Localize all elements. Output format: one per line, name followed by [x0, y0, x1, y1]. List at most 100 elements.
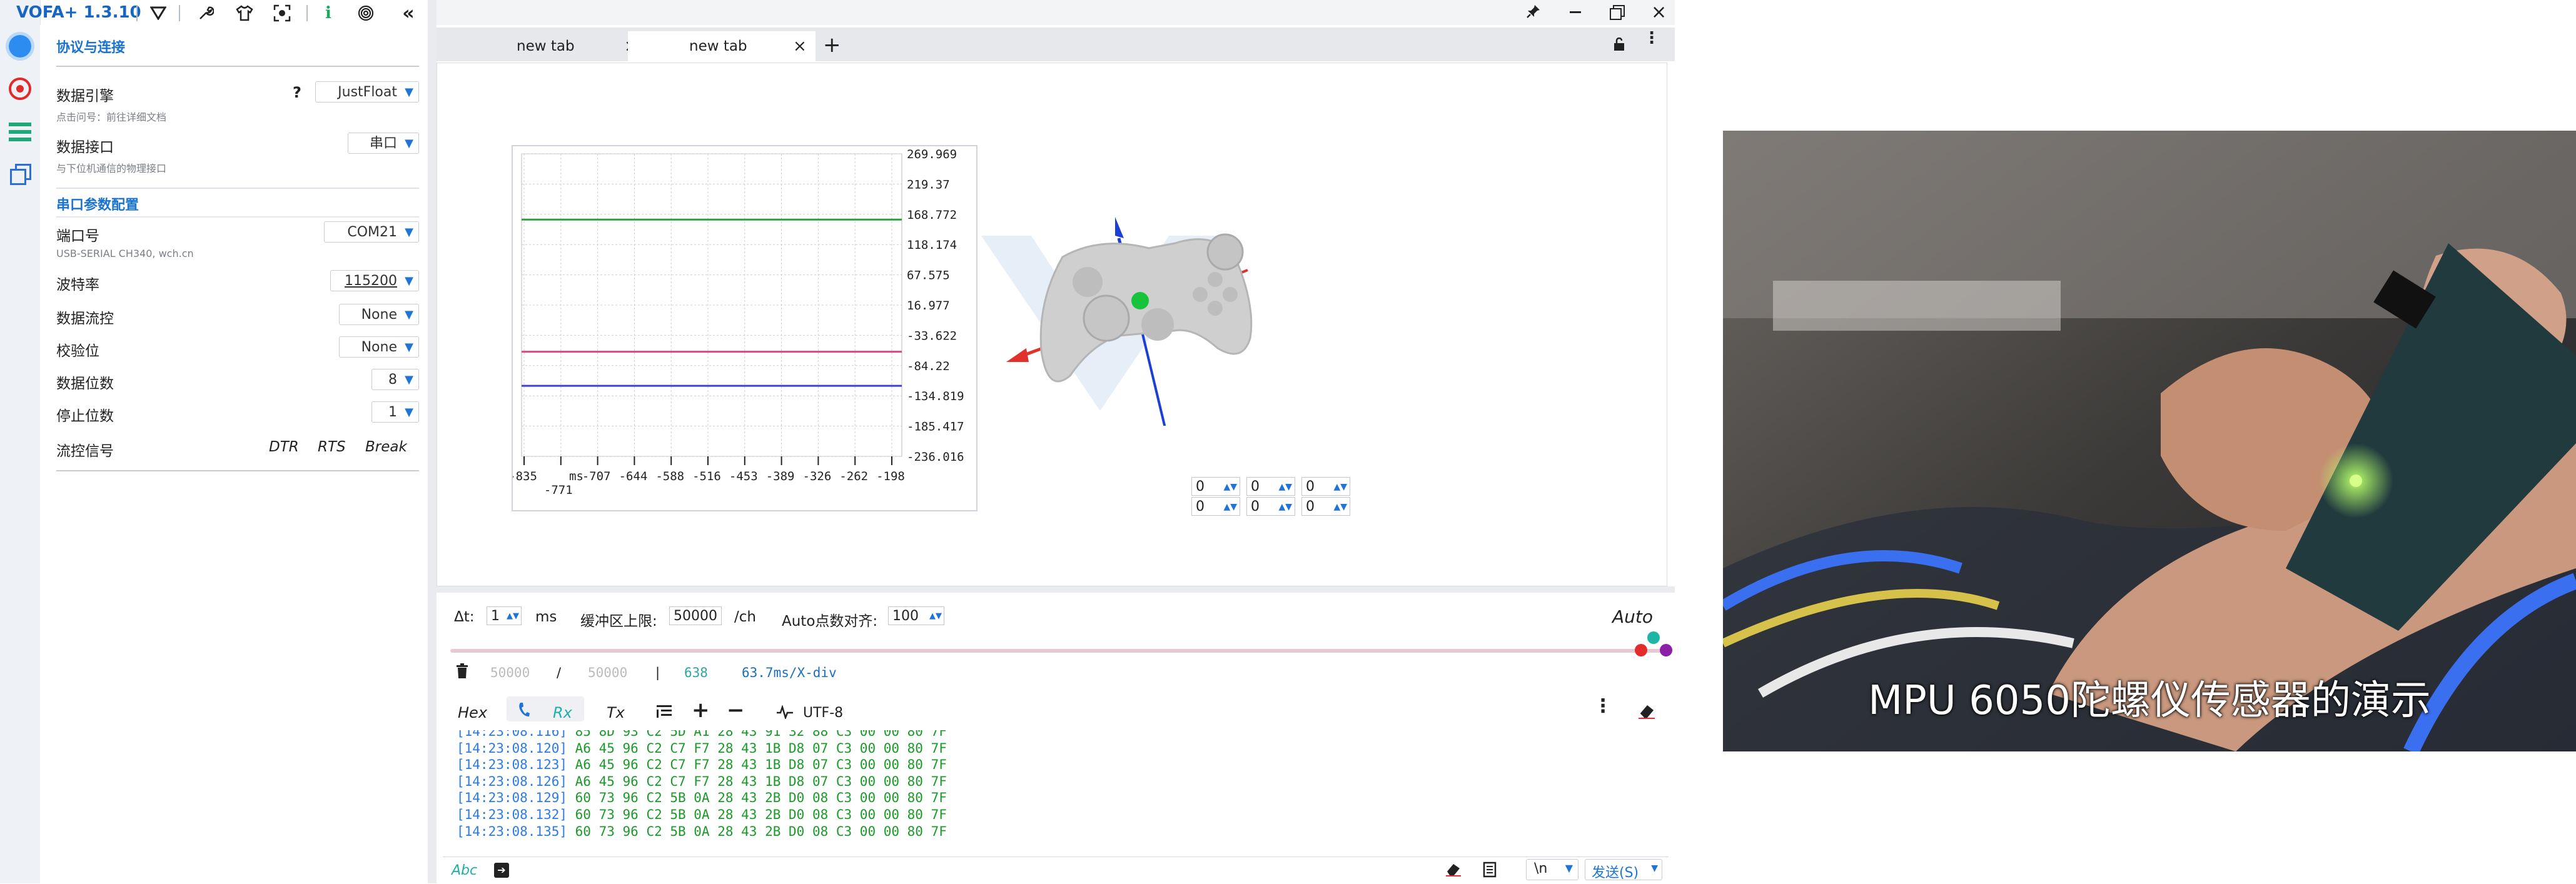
- minimize-icon[interactable]: [1570, 11, 1581, 13]
- text-format-icon[interactable]: [655, 703, 673, 723]
- splitter-bar[interactable]: [437, 586, 1675, 593]
- dt-input[interactable]: 1 ▲▼: [487, 606, 522, 625]
- section-divider: [56, 66, 419, 67]
- waveform-icon[interactable]: [775, 704, 794, 721]
- input-mode-icon[interactable]: ➔: [494, 863, 509, 878]
- rx-toggle[interactable]: Rx: [553, 704, 572, 721]
- dt-label: Δt:: [454, 609, 475, 625]
- pin-icon[interactable]: [1526, 4, 1541, 23]
- spinner-input[interactable]: 0 ▲▼: [1191, 497, 1240, 516]
- encoding-label[interactable]: UTF-8: [803, 705, 843, 721]
- history-slider-track[interactable]: [450, 649, 1670, 653]
- databits-label: 数据位数: [56, 376, 114, 392]
- x-tick-label: -835: [513, 470, 537, 483]
- restore-icon[interactable]: [1610, 5, 1625, 20]
- slider-handle-right[interactable]: [1660, 644, 1672, 656]
- lock-icon[interactable]: [1612, 37, 1626, 54]
- interface-dropdown[interactable]: 串口 ▼: [348, 133, 419, 154]
- buffer-input[interactable]: 50000: [669, 606, 722, 625]
- demo-video: MPU 6050陀螺仪传感器的演示: [1723, 131, 2576, 751]
- stat-count-1: 50000: [490, 665, 530, 680]
- video-frame: [1723, 131, 2576, 751]
- shirt-icon[interactable]: [234, 3, 255, 24]
- send-button[interactable]: 发送(S) ▼: [1585, 859, 1662, 881]
- zoom-out-icon[interactable]: −: [727, 698, 745, 723]
- port-label: 端口号: [56, 228, 99, 244]
- send-input[interactable]: [522, 860, 1428, 881]
- fingerprint-icon[interactable]: [355, 3, 376, 24]
- spinner-input[interactable]: 0 ▲▼: [1301, 497, 1350, 516]
- help-icon[interactable]: ?: [293, 84, 301, 101]
- record-icon[interactable]: [9, 78, 31, 100]
- spinner-input[interactable]: 0 ▲▼: [1246, 477, 1295, 496]
- waveform-chart[interactable]: 269.969 219.37 168.772 118.174 67.575 16.977 -…: [508, 145, 977, 511]
- hex-toggle[interactable]: Hex: [458, 704, 487, 721]
- chevron-down-icon: ▼: [405, 308, 413, 321]
- clear-send-icon[interactable]: [1445, 861, 1462, 879]
- close-tab-icon[interactable]: ×: [793, 31, 807, 61]
- more-options-icon[interactable]: ⋮: [1594, 695, 1612, 717]
- collapse-panel-icon[interactable]: «: [398, 3, 419, 24]
- eraser-icon[interactable]: [1637, 703, 1656, 721]
- x-tick-label: -588: [655, 470, 684, 483]
- engine-value: JustFloat: [338, 84, 397, 100]
- send-history-icon[interactable]: [1482, 861, 1498, 880]
- spinner-input[interactable]: 0 ▲▼: [1301, 477, 1350, 496]
- dtr-toggle[interactable]: DTR: [269, 439, 299, 455]
- tab-menu-icon[interactable]: ⋮: [1644, 30, 1660, 46]
- stat-sep: /: [557, 665, 562, 680]
- baud-dropdown[interactable]: 115200 ▼: [330, 270, 419, 291]
- wrench-icon[interactable]: [195, 3, 216, 24]
- receive-log[interactable]: [14:23:08.116] 85 8D 93 C2 5D A1 28 43 9…: [449, 730, 1669, 846]
- log-timestamp: [14:23:08.135]: [457, 823, 575, 839]
- tx-toggle[interactable]: Tx: [607, 704, 625, 721]
- databits-dropdown[interactable]: 8 ▼: [371, 369, 419, 390]
- windows-icon[interactable]: [10, 164, 31, 185]
- phone-icon[interactable]: [518, 701, 530, 721]
- chevron-down-icon: ▼: [405, 406, 413, 419]
- log-timestamp: [14:23:08.126]: [457, 773, 575, 789]
- chart-svg: 269.969 219.37 168.772 118.174 67.575 16.977 -…: [508, 148, 964, 497]
- capture-icon[interactable]: [271, 3, 293, 24]
- parity-value: None: [361, 339, 397, 355]
- imu-3d-model[interactable]: [987, 163, 1275, 439]
- window-titlebar: ×: [437, 0, 1675, 25]
- close-window-icon[interactable]: ×: [1651, 1, 1667, 23]
- info-icon[interactable]: i: [318, 3, 339, 24]
- stat-count-2: 50000: [588, 665, 628, 680]
- tab-1[interactable]: new tab ×: [455, 31, 643, 61]
- interface-hint: 与下位机通信的物理接口: [56, 163, 167, 174]
- engine-dropdown[interactable]: JustFloat ▼: [315, 81, 419, 103]
- slider-handle-top[interactable]: [1647, 631, 1660, 644]
- parity-dropdown[interactable]: None ▼: [339, 336, 419, 358]
- y-tick-label: 67.575: [907, 269, 950, 283]
- panel-splitter[interactable]: [428, 0, 437, 883]
- flow-dropdown[interactable]: None ▼: [339, 304, 419, 325]
- stat-rate: 63.7ms/X-div: [742, 665, 837, 680]
- tab-2[interactable]: new tab ×: [628, 31, 816, 61]
- break-toggle[interactable]: Break: [365, 439, 407, 455]
- trash-icon[interactable]: [455, 663, 469, 681]
- spinner-input[interactable]: 0 ▲▼: [1246, 497, 1295, 516]
- port-dropdown[interactable]: COM21 ▼: [324, 221, 419, 243]
- header-divider: [179, 5, 180, 21]
- auto-align-input[interactable]: 100 ▲▼: [888, 606, 944, 625]
- abc-toggle[interactable]: Abc: [452, 863, 477, 878]
- parity-label: 校验位: [56, 343, 99, 359]
- newline-dropdown[interactable]: \n ▼: [1526, 859, 1578, 880]
- chevron-down-icon: ▼: [405, 226, 413, 239]
- zoom-in-icon[interactable]: +: [692, 698, 710, 723]
- x-tick-label: -453: [729, 470, 758, 483]
- vofa-logo-icon[interactable]: [148, 3, 169, 24]
- list-icon[interactable]: [9, 123, 31, 141]
- slider-handle-left[interactable]: [1635, 644, 1647, 656]
- chevron-down-icon: ▼: [405, 137, 413, 150]
- rts-toggle[interactable]: RTS: [318, 439, 346, 455]
- auto-button[interactable]: Auto: [1612, 606, 1653, 627]
- spinner-input[interactable]: 0 ▲▼: [1191, 477, 1240, 496]
- add-tab-icon[interactable]: +: [823, 33, 841, 58]
- log-line: [14:23:08.132] 60 73 96 C2 5B 0A 28 43 2…: [457, 807, 947, 822]
- stopbits-dropdown[interactable]: 1 ▼: [371, 401, 419, 423]
- log-bytes: A6 45 96 C2 C7 F7 28 43 1B D8 07 C3 00 0…: [575, 757, 947, 773]
- connect-icon[interactable]: [9, 35, 31, 58]
